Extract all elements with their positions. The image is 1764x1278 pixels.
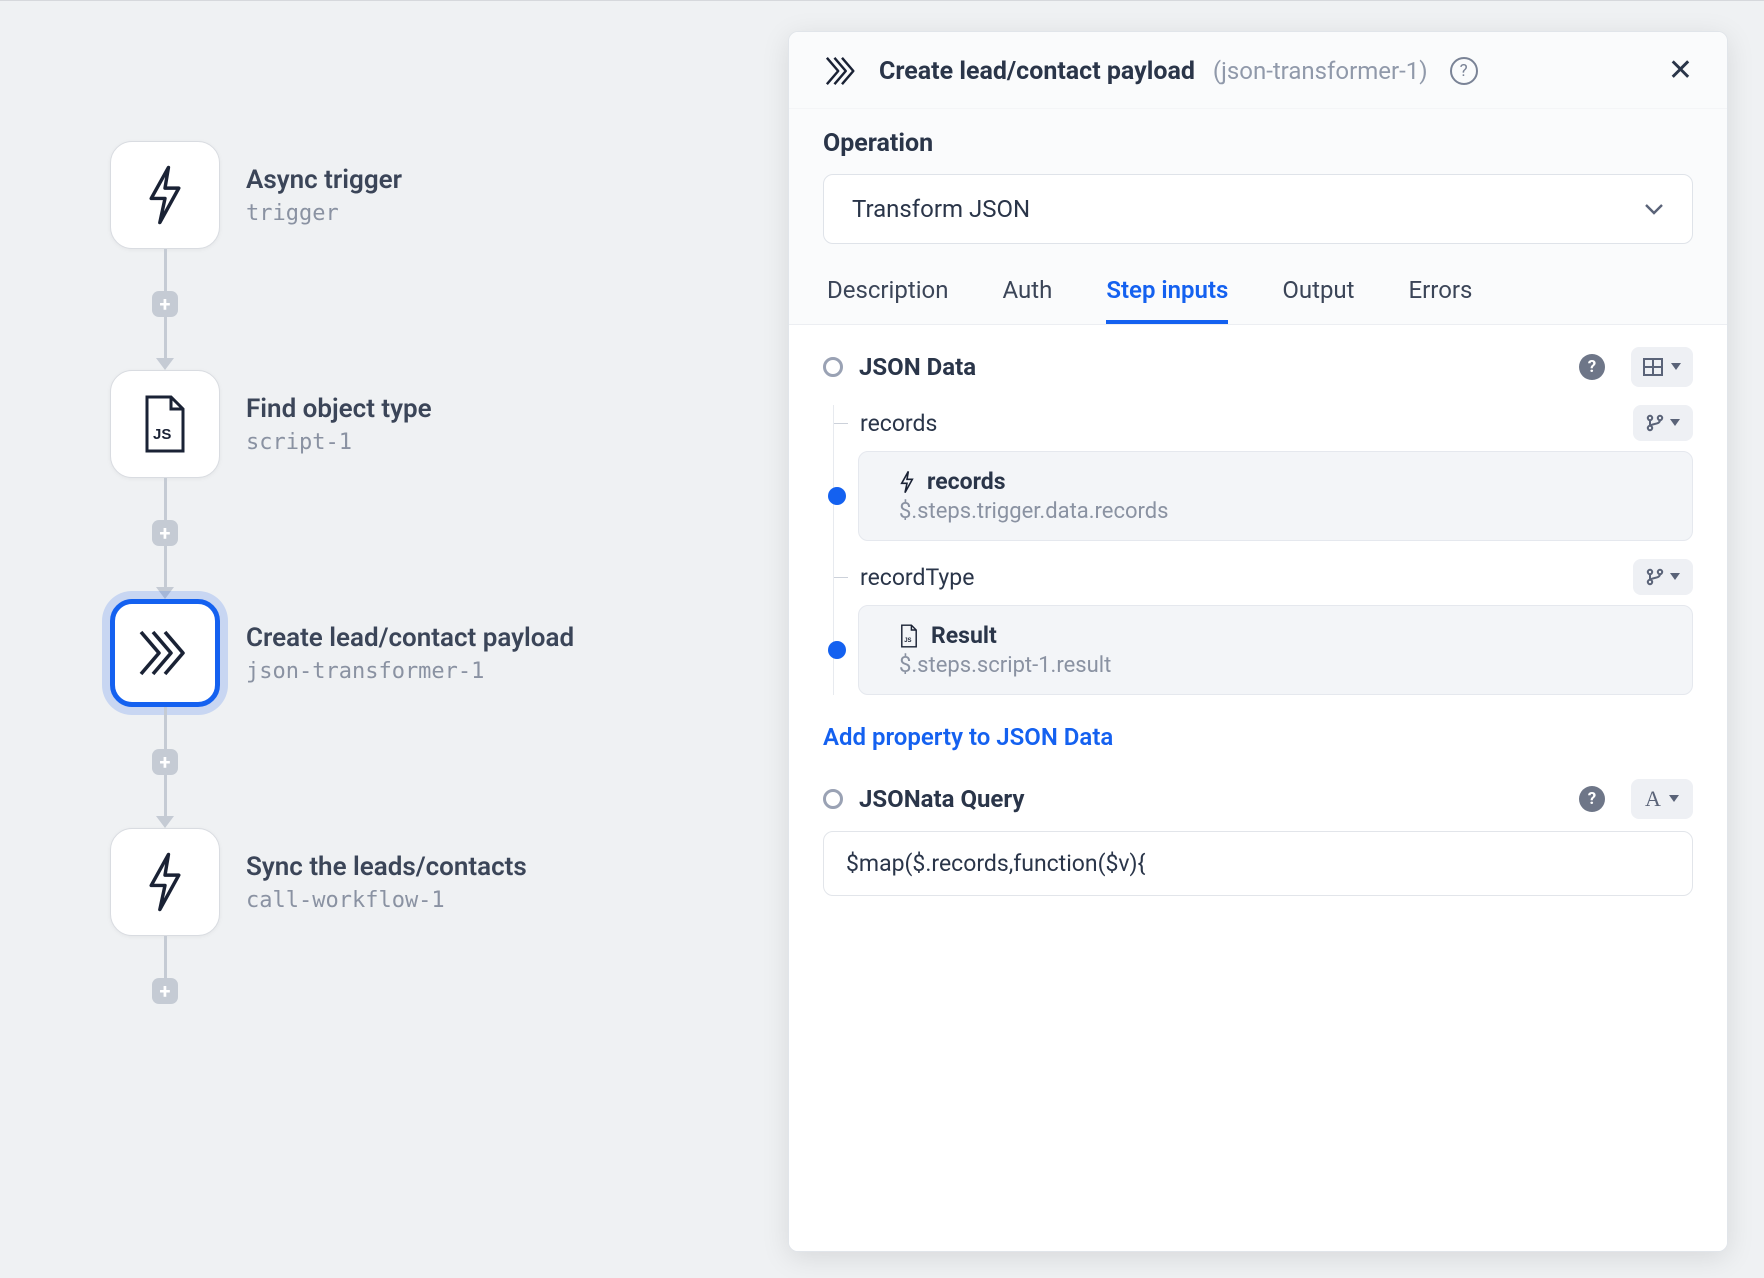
node-create-lead-contact-payload[interactable] (110, 599, 220, 707)
caret-down-icon (1669, 795, 1679, 803)
forward-chevrons-icon (135, 625, 195, 681)
text-mode-icon: A (1645, 786, 1661, 812)
step-config-panel: Create lead/contact payload (json-transf… (788, 31, 1728, 1252)
node-find-object-type[interactable]: JS (110, 370, 220, 478)
property-options-button[interactable] (1633, 405, 1693, 441)
node-async-trigger[interactable] (110, 141, 220, 249)
value-card-records[interactable]: records $.steps.trigger.data.records (858, 451, 1693, 541)
add-step-button[interactable]: + (152, 978, 178, 1004)
connector: + (110, 249, 220, 370)
add-property-link[interactable]: Add property to JSON Data (823, 723, 1693, 751)
forward-chevrons-icon (823, 54, 861, 88)
tab-auth[interactable]: Auth (1003, 276, 1053, 324)
workflow-column: Async trigger trigger + JS Find object t… (110, 141, 574, 1004)
js-file-icon: JS (899, 624, 919, 648)
editor-mode-toggle[interactable]: A (1631, 779, 1693, 819)
help-icon[interactable]: ? (1450, 57, 1478, 85)
required-indicator-icon (823, 357, 843, 377)
node-title: Create lead/contact payload (246, 623, 574, 653)
value-path: $.steps.script-1.result (899, 653, 1670, 678)
node-title: Async trigger (246, 165, 402, 195)
operation-value: Transform JSON (852, 195, 1030, 223)
caret-down-icon (1670, 573, 1680, 581)
branch-icon (1646, 568, 1664, 586)
svg-text:JS: JS (904, 638, 911, 644)
tab-errors[interactable]: Errors (1409, 276, 1473, 324)
view-mode-toggle[interactable] (1631, 347, 1693, 387)
required-indicator-icon (823, 789, 843, 809)
caret-down-icon (1671, 363, 1681, 371)
value-path: $.steps.trigger.data.records (899, 499, 1670, 524)
connector: + (110, 707, 220, 828)
jsonata-query-input[interactable]: $map($.records,function($v){ (823, 831, 1693, 896)
connection-dot-icon (828, 641, 846, 659)
caret-down-icon (1670, 419, 1680, 427)
panel-id: (json-transformer-1) (1213, 57, 1428, 85)
connector: + (110, 478, 220, 599)
add-step-button[interactable]: + (152, 749, 178, 775)
node-subtitle: trigger (246, 201, 402, 226)
value-card-recordtype[interactable]: JS Result $.steps.script-1.result (858, 605, 1693, 695)
branch-icon (1646, 414, 1664, 432)
lightning-icon (899, 470, 915, 494)
add-step-button[interactable]: + (152, 520, 178, 546)
node-title: Sync the leads/contacts (246, 852, 527, 882)
chevron-down-icon (1644, 203, 1664, 215)
connection-dot-icon (828, 487, 846, 505)
node-subtitle: script-1 (246, 430, 432, 455)
jsonata-title: JSONata Query (859, 785, 1563, 813)
connector: + (110, 936, 220, 1004)
panel-header: Create lead/contact payload (json-transf… (789, 32, 1727, 109)
tab-step-inputs[interactable]: Step inputs (1106, 276, 1228, 324)
config-tabs: Description Auth Step inputs Output Erro… (823, 276, 1693, 324)
close-button[interactable]: ✕ (1668, 56, 1693, 86)
operation-label: Operation (823, 129, 1693, 158)
tab-description[interactable]: Description (827, 276, 949, 324)
node-title: Find object type (246, 394, 432, 424)
tab-output[interactable]: Output (1282, 276, 1354, 324)
json-data-title: JSON Data (859, 353, 1563, 381)
value-title: Result (931, 622, 997, 649)
lightning-icon (143, 164, 187, 226)
add-step-button[interactable]: + (152, 291, 178, 317)
workflow-canvas[interactable]: Async trigger trigger + JS Find object t… (0, 0, 1764, 1278)
panel-title: Create lead/contact payload (879, 57, 1195, 86)
help-icon[interactable]: ? (1579, 786, 1605, 812)
node-subtitle: json-transformer-1 (246, 659, 574, 684)
lightning-icon (143, 851, 187, 913)
table-icon (1643, 358, 1663, 376)
js-file-icon: JS (141, 394, 189, 454)
value-title: records (927, 468, 1006, 495)
node-sync-leads-contacts[interactable] (110, 828, 220, 936)
property-name: records (860, 410, 1621, 437)
node-subtitle: call-workflow-1 (246, 888, 527, 913)
help-icon[interactable]: ? (1579, 354, 1605, 380)
svg-text:JS: JS (153, 426, 171, 443)
property-options-button[interactable] (1633, 559, 1693, 595)
operation-select[interactable]: Transform JSON (823, 174, 1693, 244)
property-name: recordType (860, 564, 1621, 591)
